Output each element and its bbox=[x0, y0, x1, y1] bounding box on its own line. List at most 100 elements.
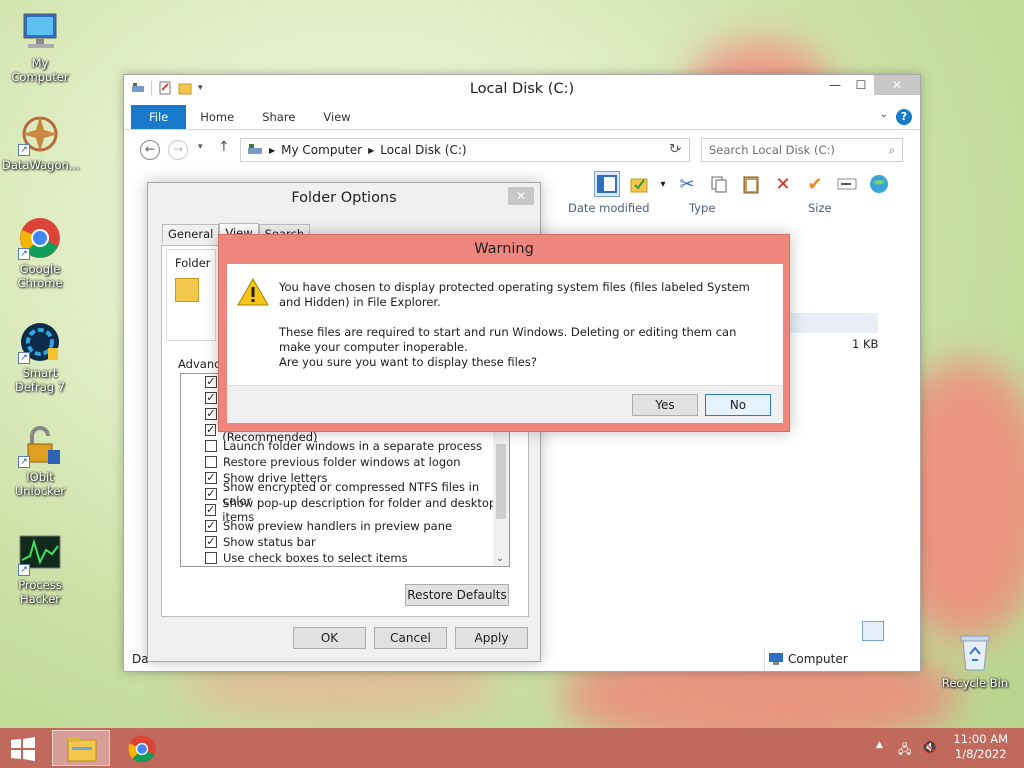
up-arrow-icon[interactable]: ↑ bbox=[218, 139, 230, 155]
search-input[interactable]: Search Local Disk (C:) ⌕ bbox=[701, 138, 903, 162]
desktop-icon-label: Recycle Bin bbox=[941, 676, 1009, 690]
list-item[interactable] bbox=[788, 313, 878, 333]
column-type[interactable]: Type bbox=[689, 201, 715, 215]
checkbox[interactable]: ✓ bbox=[205, 488, 217, 500]
desktop-icon-process-hacker[interactable]: ↗ Process Hacker bbox=[2, 532, 78, 606]
dialog-titlebar[interactable]: Folder Options ✕ bbox=[148, 183, 540, 213]
back-button[interactable]: ← bbox=[140, 140, 160, 160]
close-button[interactable]: ✕ bbox=[874, 75, 920, 95]
desktop-icon-label: My Computer bbox=[11, 56, 69, 84]
explorer-titlebar[interactable]: ▾ Local Disk (C:) — ☐ ✕ bbox=[124, 75, 920, 105]
desktop-icon-my-computer[interactable]: My Computer bbox=[2, 10, 78, 84]
minimize-button[interactable]: — bbox=[822, 75, 848, 95]
delete-icon[interactable]: ✕ bbox=[770, 171, 796, 197]
checkbox[interactable] bbox=[205, 440, 217, 452]
file-size: 1 KB bbox=[852, 337, 879, 351]
desktop-icon-datawagon[interactable]: ↗ DataWagon... bbox=[2, 112, 80, 172]
globe-icon[interactable] bbox=[866, 171, 892, 197]
maximize-button[interactable]: ☐ bbox=[848, 75, 874, 95]
forward-button[interactable]: → bbox=[168, 140, 188, 160]
warning-dialog: Warning You have chosen to display prote… bbox=[218, 234, 790, 432]
restore-defaults-button[interactable]: Restore Defaults bbox=[405, 584, 509, 606]
checkbox[interactable] bbox=[205, 552, 217, 564]
desktop-icon-iobit-unlocker[interactable]: ↗ IObit Unlocker bbox=[2, 424, 78, 498]
window-title: Local Disk (C:) bbox=[469, 81, 575, 97]
folder-options-icon[interactable] bbox=[626, 171, 652, 197]
yes-button[interactable]: Yes bbox=[632, 394, 698, 416]
checkbox[interactable]: ✓ bbox=[205, 376, 217, 388]
tab-general[interactable]: General bbox=[162, 224, 220, 243]
desktop-icon-recycle-bin[interactable]: Recycle Bin bbox=[937, 630, 1013, 690]
checkbox[interactable]: ✓ bbox=[205, 392, 217, 404]
cut-icon[interactable]: ✂ bbox=[674, 171, 700, 197]
chrome-icon: ↗ bbox=[18, 216, 62, 260]
list-item[interactable]: Launch folder windows in a separate proc… bbox=[181, 438, 509, 454]
tab-view[interactable]: View bbox=[309, 105, 364, 129]
apply-button[interactable]: Apply bbox=[455, 627, 528, 649]
folder-views-group: Folder bbox=[166, 249, 216, 341]
chevron-down-icon[interactable]: ▾ bbox=[658, 171, 668, 197]
help-icon[interactable]: ? bbox=[896, 109, 912, 125]
clock[interactable]: 11:00 AM 1/8/2022 bbox=[953, 732, 1008, 762]
close-button[interactable]: ✕ bbox=[508, 187, 534, 205]
recycle-bin-icon bbox=[953, 630, 997, 674]
ok-button[interactable]: OK bbox=[293, 627, 366, 649]
volume-muted-icon[interactable]: 🔇 bbox=[922, 740, 937, 754]
tab-home[interactable]: Home bbox=[186, 105, 248, 129]
large-icons-view-icon[interactable] bbox=[886, 621, 908, 641]
network-icon[interactable]: 🖧 bbox=[898, 740, 911, 761]
breadcrumb-local-disk[interactable]: Local Disk (C:) bbox=[380, 143, 466, 157]
shortcut-arrow-icon: ↗ bbox=[18, 456, 30, 468]
breadcrumb-my-computer[interactable]: My Computer bbox=[281, 143, 362, 157]
checkbox[interactable]: ✓ bbox=[205, 504, 217, 516]
column-size[interactable]: Size bbox=[808, 201, 832, 215]
warning-question: Are you sure you want to display these f… bbox=[279, 355, 537, 369]
check-icon[interactable]: ✔ bbox=[802, 171, 828, 197]
smart-defrag-icon: ↗ bbox=[18, 320, 62, 364]
paste-icon[interactable] bbox=[738, 171, 764, 197]
folder-views-icon bbox=[175, 278, 199, 302]
checkbox[interactable] bbox=[205, 456, 217, 468]
shortcut-arrow-icon: ↗ bbox=[18, 352, 30, 364]
desktop-icon-label: Smart Defrag 7 bbox=[14, 366, 66, 394]
copy-icon[interactable] bbox=[706, 171, 732, 197]
time: 11:00 AM bbox=[953, 732, 1008, 746]
desktop-icon-smart-defrag[interactable]: ↗ Smart Defrag 7 bbox=[2, 320, 78, 394]
checkbox[interactable]: ✓ bbox=[205, 472, 217, 484]
show-hidden-icons-icon[interactable]: ▲ bbox=[876, 740, 883, 750]
taskbar-file-explorer[interactable] bbox=[52, 730, 110, 766]
breadcrumb-separator-icon: ▶ bbox=[368, 145, 375, 155]
process-hacker-icon: ↗ bbox=[18, 532, 62, 576]
cancel-button[interactable]: Cancel bbox=[374, 627, 447, 649]
shortcut-arrow-icon: ↗ bbox=[18, 248, 30, 260]
checkbox[interactable]: ✓ bbox=[205, 408, 217, 420]
taskbar-chrome[interactable] bbox=[114, 730, 172, 766]
no-button[interactable]: No bbox=[705, 394, 771, 416]
desktop-icon-google-chrome[interactable]: ↗ Google Chrome bbox=[2, 216, 78, 290]
checkbox[interactable]: ✓ bbox=[205, 536, 217, 548]
expand-ribbon-icon[interactable]: ⌄ bbox=[880, 109, 888, 120]
recent-locations-icon[interactable]: ▾ bbox=[198, 142, 203, 152]
checkbox[interactable]: ✓ bbox=[205, 424, 217, 436]
windows-start-icon[interactable] bbox=[10, 737, 36, 761]
refresh-icon[interactable]: ↻ bbox=[669, 142, 680, 157]
list-item[interactable]: ✓ Show pop-up description for folder and … bbox=[181, 496, 509, 524]
dialog-title[interactable]: Warning bbox=[219, 235, 789, 263]
details-view-icon[interactable] bbox=[862, 621, 884, 641]
list-item[interactable]: Use check boxes to select items bbox=[181, 550, 509, 566]
list-item[interactable]: Restore previous folder windows at logon bbox=[181, 454, 509, 470]
computer-icon bbox=[768, 652, 784, 669]
tab-file[interactable]: File bbox=[131, 105, 187, 129]
warning-footer: Yes No bbox=[227, 385, 783, 423]
desktop-icon-label: IObit Unlocker bbox=[14, 470, 66, 498]
scrollbar-thumb[interactable] bbox=[496, 444, 506, 519]
tab-share[interactable]: Share bbox=[248, 105, 309, 129]
checkbox[interactable]: ✓ bbox=[205, 520, 217, 532]
preview-pane-icon[interactable] bbox=[594, 171, 620, 197]
rename-icon[interactable] bbox=[834, 171, 860, 197]
address-field[interactable]: ▶ My Computer ▶ Local Disk (C:) ⌄ bbox=[240, 138, 690, 162]
list-item[interactable]: ✓ Show status bar bbox=[181, 534, 509, 550]
chevron-down-icon[interactable]: ⌄ bbox=[496, 554, 504, 564]
column-date-modified[interactable]: Date modified bbox=[568, 201, 650, 215]
datawagon-icon: ↗ bbox=[18, 112, 62, 156]
